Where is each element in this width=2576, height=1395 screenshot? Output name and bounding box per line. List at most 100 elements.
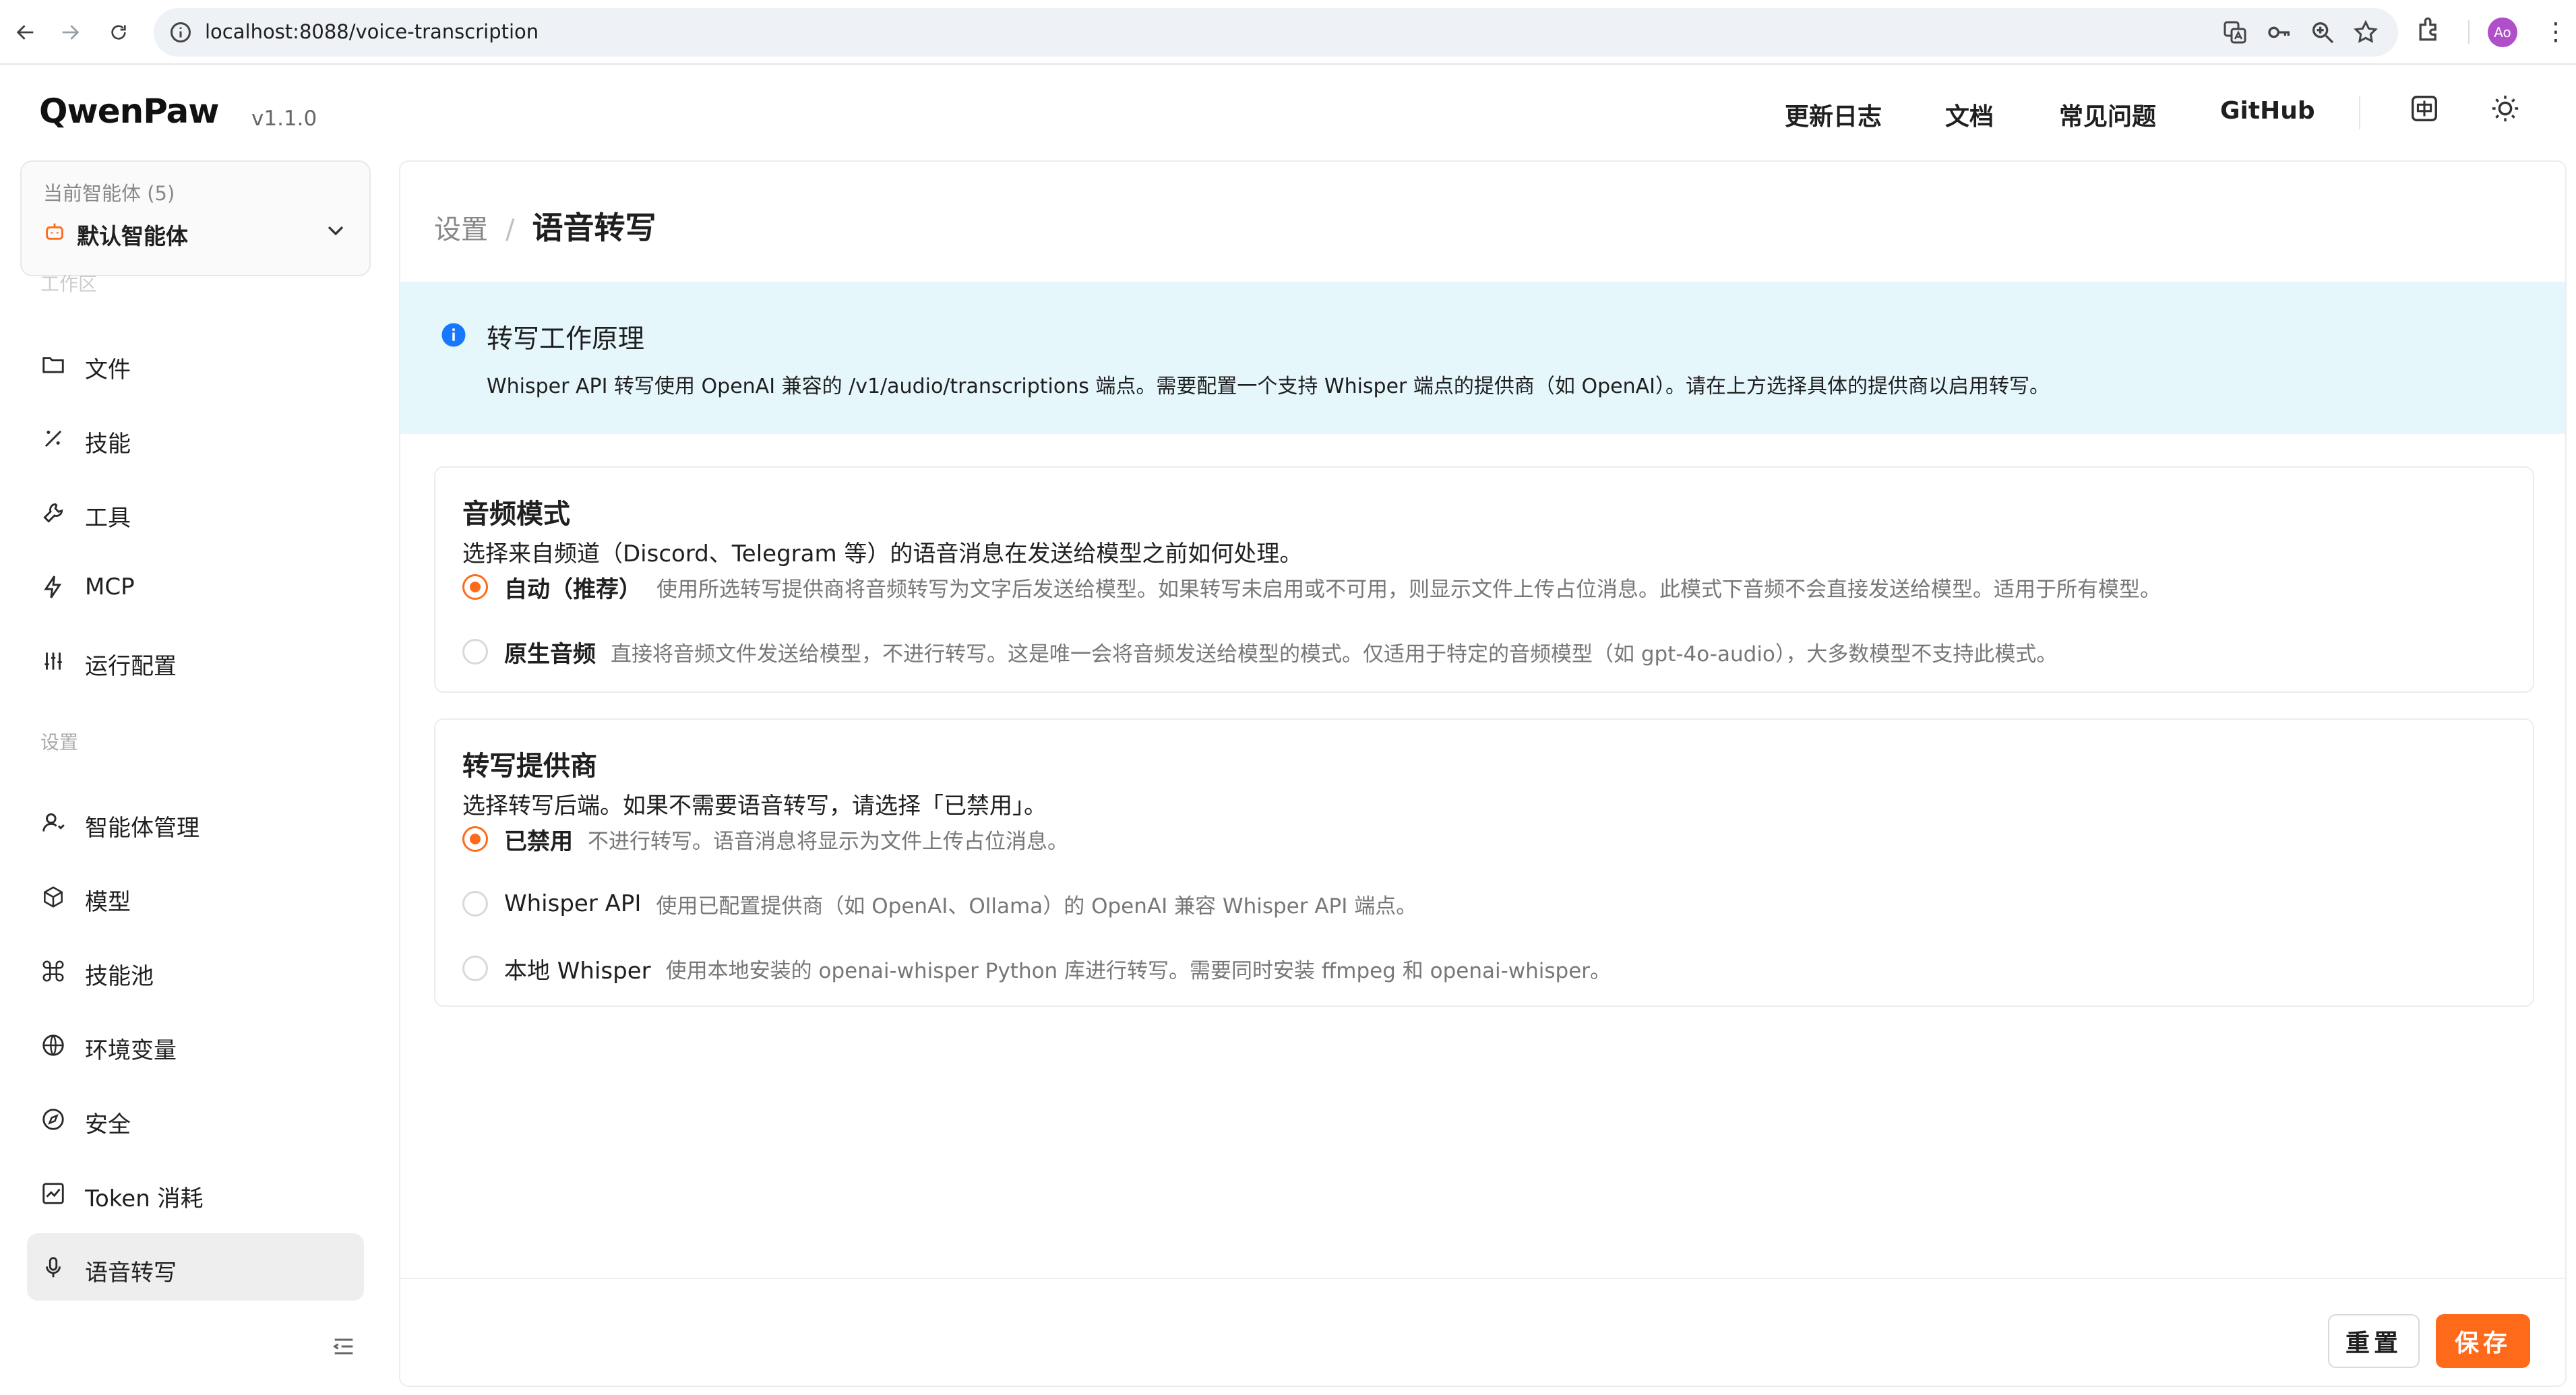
provider-card: 转写提供商 选择转写后端。如果不需要语音转写，请选择「已禁用」。 已禁用 不进行… — [434, 718, 2534, 1007]
sidebar-item-mcp[interactable]: MCP — [27, 553, 364, 620]
sidebar-item-skills[interactable]: 技能 — [27, 404, 364, 472]
nav-changelog[interactable]: 更新日志 — [1785, 97, 1882, 132]
option-label: 自动（推荐） — [504, 576, 642, 603]
provider-option-disabled[interactable]: 已禁用 不进行转写。语音消息将显示为文件上传占位消息。 — [462, 822, 1068, 856]
folder-icon — [40, 352, 66, 377]
sidebar-item-label: 语音转写 — [85, 1260, 177, 1286]
option-label: 本地 Whisper — [504, 957, 651, 985]
sidebar-item-security[interactable]: 安全 — [27, 1085, 364, 1152]
address-bar[interactable]: localhost:8088/voice-transcription — [154, 8, 2398, 57]
sidebar-item-agent-management[interactable]: 智能体管理 — [27, 788, 364, 856]
command-icon — [40, 958, 66, 984]
provider-description: 选择转写后端。如果不需要语音转写，请选择「已禁用」。 — [462, 793, 1047, 819]
sidebar-item-token-usage[interactable]: Token 消耗 — [27, 1159, 364, 1227]
browser-menu-icon[interactable]: ⋮ — [2542, 15, 2569, 50]
option-label: 原生音频 — [504, 640, 596, 668]
breadcrumb-settings[interactable]: 设置 — [434, 214, 488, 245]
wrench-icon — [40, 500, 66, 526]
radio-disabled[interactable] — [462, 826, 488, 852]
sidebar-item-label: 运行配置 — [85, 653, 177, 680]
workspace-section-label: 工作区 — [40, 273, 98, 295]
nav-github[interactable]: GitHub — [2220, 97, 2315, 125]
app-logo[interactable]: QwenPaw — [39, 92, 219, 131]
option-description: 使用所选转写提供商将音频转写为文字后发送给模型。如果转写未启用或不可用，则显示文… — [656, 577, 2161, 602]
theme-sun-icon[interactable] — [2490, 93, 2525, 128]
forward-icon[interactable] — [53, 15, 88, 50]
audio-mode-option-auto[interactable]: 自动（推荐） 使用所选转写提供商将音频转写为文字后发送给模型。如果转写未启用或不… — [462, 570, 2161, 604]
audio-mode-title: 音频模式 — [462, 499, 570, 530]
sidebar-item-voice-transcription[interactable]: 语音转写 — [27, 1233, 364, 1301]
chart-icon — [40, 1181, 66, 1206]
browser-toolbar: localhost:8088/voice-transcription Ao ⋮ — [0, 0, 2576, 65]
bookmark-star-icon[interactable] — [2352, 19, 2379, 46]
sidebar-item-label: Token 消耗 — [85, 1185, 204, 1212]
option-description: 不进行转写。语音消息将显示为文件上传占位消息。 — [588, 829, 1068, 854]
radio-whisper-api[interactable] — [462, 891, 488, 917]
settings-section-label: 设置 — [40, 731, 79, 753]
info-icon — [439, 321, 468, 349]
sidebar-item-skill-pool[interactable]: 技能池 — [27, 937, 364, 1004]
sidebar-item-label: 技能池 — [85, 963, 154, 990]
reload-icon[interactable] — [101, 15, 136, 50]
info-banner: 转写工作原理 Whisper API 转写使用 OpenAI 兼容的 /v1/a… — [400, 282, 2565, 434]
radio-native-audio[interactable] — [462, 639, 488, 664]
info-title: 转写工作原理 — [487, 324, 645, 354]
option-description: 使用已配置提供商（如 OpenAI、Ollama）的 OpenAI 兼容 Whi… — [656, 894, 1417, 919]
sidebar-item-runtime-config[interactable]: 运行配置 — [27, 627, 364, 694]
radio-local-whisper[interactable] — [462, 956, 488, 981]
action-footer: 重置 保存 — [400, 1278, 2565, 1386]
nav-faq[interactable]: 常见问题 — [2059, 97, 2156, 132]
password-key-icon[interactable] — [2266, 19, 2293, 46]
lightning-icon — [40, 574, 66, 600]
agent-count-label: 当前智能体 (5) — [43, 182, 175, 205]
microphone-icon — [40, 1255, 66, 1280]
app-header: QwenPaw v1.1.0 更新日志 文档 常见问题 GitHub — [0, 66, 2576, 160]
zoom-icon[interactable] — [2309, 19, 2336, 46]
back-icon[interactable] — [8, 15, 43, 50]
provider-option-whisper-api[interactable]: Whisper API 使用已配置提供商（如 OpenAI、Ollama）的 O… — [462, 887, 1417, 921]
sidebar-item-tools[interactable]: 工具 — [27, 478, 364, 546]
sidebar-item-label: MCP — [85, 574, 135, 600]
sliders-icon — [40, 648, 66, 674]
page-title: 语音转写 — [532, 210, 656, 246]
sidebar-item-label: 智能体管理 — [85, 815, 200, 842]
breadcrumb-separator: / — [505, 214, 515, 245]
sidebar-item-files[interactable]: 文件 — [27, 330, 364, 398]
toolbar-divider — [2468, 20, 2470, 44]
provider-option-local-whisper[interactable]: 本地 Whisper 使用本地安装的 openai-whisper Python… — [462, 952, 1611, 985]
url-text[interactable]: localhost:8088/voice-transcription — [205, 20, 539, 43]
save-button[interactable]: 保存 — [2436, 1314, 2530, 1368]
collapse-sidebar-icon[interactable] — [330, 1333, 357, 1360]
sidebar: 当前智能体 (5) 默认智能体 工作区 文件 技能 工具 MCP 运行配置 设置… — [0, 160, 398, 1395]
globe-icon — [40, 1032, 66, 1058]
extensions-icon[interactable] — [2414, 15, 2449, 50]
site-info-icon[interactable] — [168, 20, 193, 44]
sidebar-item-label: 模型 — [85, 889, 131, 916]
sidebar-item-models[interactable]: 模型 — [27, 863, 364, 930]
option-description: 使用本地安装的 openai-whisper Python 库进行转写。需要同时… — [665, 958, 1612, 983]
info-description: Whisper API 转写使用 OpenAI 兼容的 /v1/audio/tr… — [487, 375, 2050, 398]
agent-name: 默认智能体 — [77, 223, 188, 249]
model-icon — [40, 884, 66, 910]
header-divider — [2359, 96, 2360, 129]
chevron-down-icon[interactable] — [322, 217, 349, 244]
radio-auto[interactable] — [462, 574, 488, 600]
option-label: Whisper API — [504, 890, 642, 917]
sidebar-item-env-vars[interactable]: 环境变量 — [27, 1011, 364, 1078]
option-description: 直接将音频文件发送给模型，不进行转写。这是唯一会将音频发送给模型的模式。仅适用于… — [611, 642, 2058, 666]
skill-icon — [40, 426, 66, 452]
audio-mode-option-native[interactable]: 原生音频 直接将音频文件发送给模型，不进行转写。这是唯一会将音频发送给模型的模式… — [462, 635, 2057, 669]
sidebar-item-label: 安全 — [85, 1111, 131, 1138]
audio-mode-card: 音频模式 选择来自频道（Discord、Telegram 等）的语音消息在发送给… — [434, 466, 2534, 693]
reset-button[interactable]: 重置 — [2328, 1314, 2420, 1368]
nav-docs[interactable]: 文档 — [1945, 97, 1994, 132]
app-version: v1.1.0 — [251, 106, 317, 131]
sidebar-item-label: 技能 — [85, 431, 131, 458]
robot-icon — [43, 220, 67, 244]
audio-mode-description: 选择来自频道（Discord、Telegram 等）的语音消息在发送给模型之前如… — [462, 540, 1303, 567]
agent-selector[interactable]: 当前智能体 (5) 默认智能体 — [20, 160, 371, 276]
profile-avatar[interactable]: Ao — [2488, 18, 2517, 47]
translate-icon[interactable] — [2221, 19, 2248, 46]
language-switch-icon[interactable] — [2409, 93, 2444, 128]
sidebar-item-label: 环境变量 — [85, 1037, 177, 1064]
